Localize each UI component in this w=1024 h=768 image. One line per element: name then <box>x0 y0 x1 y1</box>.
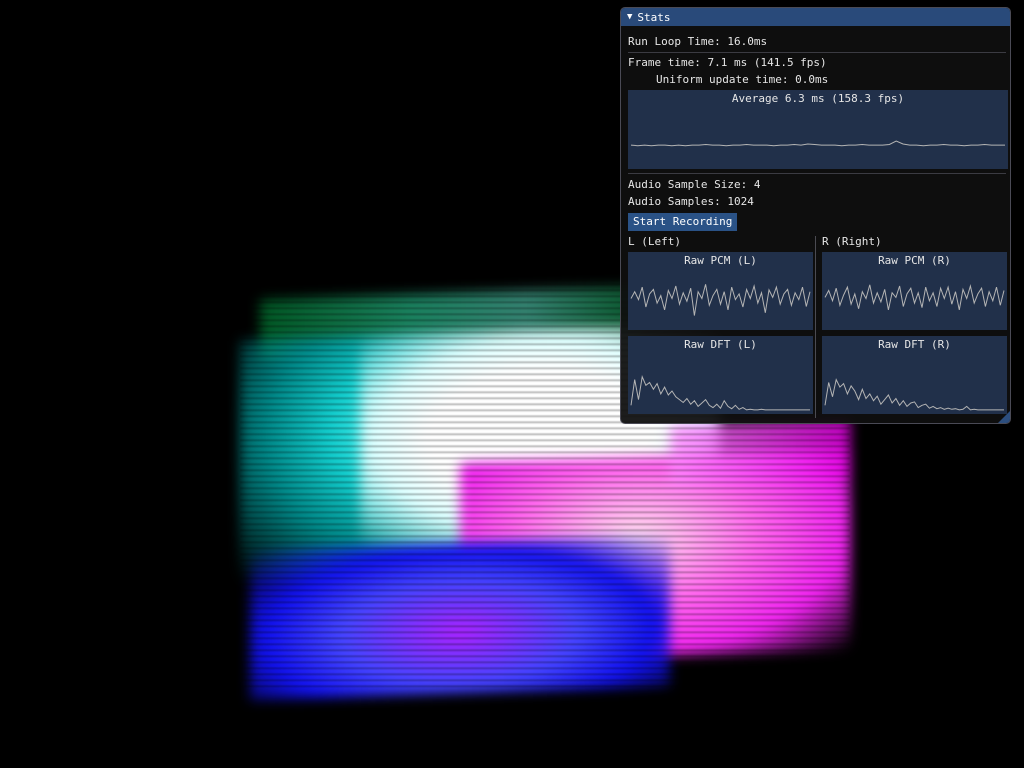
divider <box>628 173 1006 174</box>
frame-time: Frame time: 7.1 ms (141.5 fps) <box>628 56 827 69</box>
frame-time-line <box>630 140 1005 147</box>
collapse-arrow-icon[interactable]: ▼ <box>627 12 632 22</box>
dft-left-line <box>630 375 810 411</box>
resize-grip-icon[interactable] <box>998 411 1010 423</box>
frame-time-plot[interactable]: Average 6.3 ms (158.3 fps) <box>628 90 1008 169</box>
uniform-update-time: Uniform update time: 0.0ms <box>656 73 829 86</box>
dft-left-graph <box>630 375 810 411</box>
left-channel-header: L (Left) <box>628 235 681 248</box>
right-channel-header: R (Right) <box>822 235 882 248</box>
pcm-left-plot[interactable]: Raw PCM (L) <box>628 252 813 330</box>
dft-right-plot[interactable]: Raw DFT (R) <box>822 336 1007 414</box>
frame-time-graph <box>630 140 1005 147</box>
dft-left-plot[interactable]: Raw DFT (L) <box>628 336 813 414</box>
run-loop-time: Run Loop Time: 16.0ms <box>628 35 768 48</box>
pcm-right-graph <box>824 284 1005 311</box>
stats-window[interactable]: ▼ Stats Run Loop Time: 16.0ms Frame time… <box>620 7 1011 424</box>
dft-right-graph <box>824 378 1004 411</box>
pcm-right-line <box>824 284 1005 311</box>
audio-sample-size: Audio Sample Size: 4 <box>628 178 761 191</box>
divider <box>628 52 1006 53</box>
pcm-left-graph <box>630 284 811 316</box>
stats-title-bar[interactable]: ▼ Stats <box>621 8 1010 26</box>
pcm-left-line <box>630 284 811 316</box>
audio-samples: Audio Samples: 1024 <box>628 195 754 208</box>
dft-right-line <box>824 378 1004 411</box>
start-recording-button[interactable]: Start Recording <box>628 213 738 231</box>
window-title: Stats <box>637 10 671 24</box>
pcm-right-plot[interactable]: Raw PCM (R) <box>822 252 1007 330</box>
column-divider <box>815 236 816 418</box>
